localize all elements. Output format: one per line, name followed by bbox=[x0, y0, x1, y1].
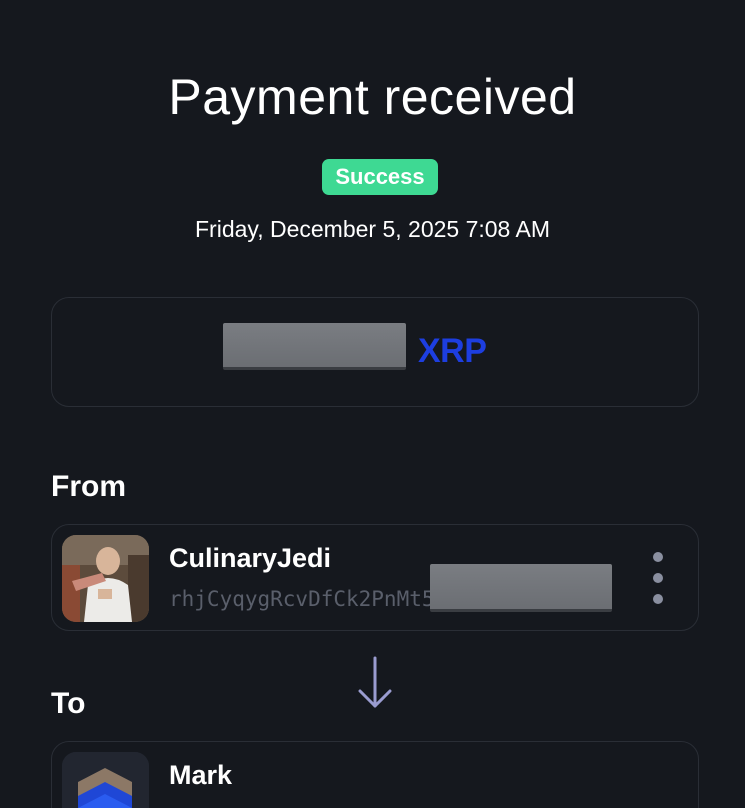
from-label: From bbox=[51, 470, 126, 503]
sender-name: CulinaryJedi bbox=[169, 543, 332, 573]
currency-label: XRP bbox=[418, 332, 487, 370]
arrow-down-icon bbox=[358, 656, 392, 708]
address-redaction bbox=[430, 564, 612, 612]
recipient-avatar bbox=[62, 752, 149, 808]
amount-card: XRP bbox=[51, 297, 699, 407]
menu-dot bbox=[653, 552, 663, 562]
transaction-datetime: Friday, December 5, 2025 7:08 AM bbox=[195, 216, 550, 242]
payment-detail-screen: Payment received Success Friday, Decembe… bbox=[0, 0, 745, 808]
sender-card[interactable]: CulinaryJedi rhjCyqygRcvDfCk2PnMt5 bbox=[51, 524, 699, 631]
sender-address: rhjCyqygRcvDfCk2PnMt5 bbox=[169, 587, 435, 611]
avatar-photo-icon bbox=[62, 535, 149, 622]
recipient-name: Mark bbox=[169, 760, 233, 790]
page-title: Payment received bbox=[168, 69, 577, 125]
more-vertical-icon[interactable] bbox=[646, 552, 670, 604]
to-label: To bbox=[51, 687, 86, 720]
amount-redaction bbox=[223, 323, 406, 370]
sender-avatar bbox=[62, 535, 149, 622]
menu-dot bbox=[653, 594, 663, 604]
recipient-card[interactable]: Mark bbox=[51, 741, 699, 808]
xrp-logo-icon bbox=[62, 752, 149, 808]
status-badge: Success bbox=[322, 159, 438, 195]
menu-dot bbox=[653, 573, 663, 583]
